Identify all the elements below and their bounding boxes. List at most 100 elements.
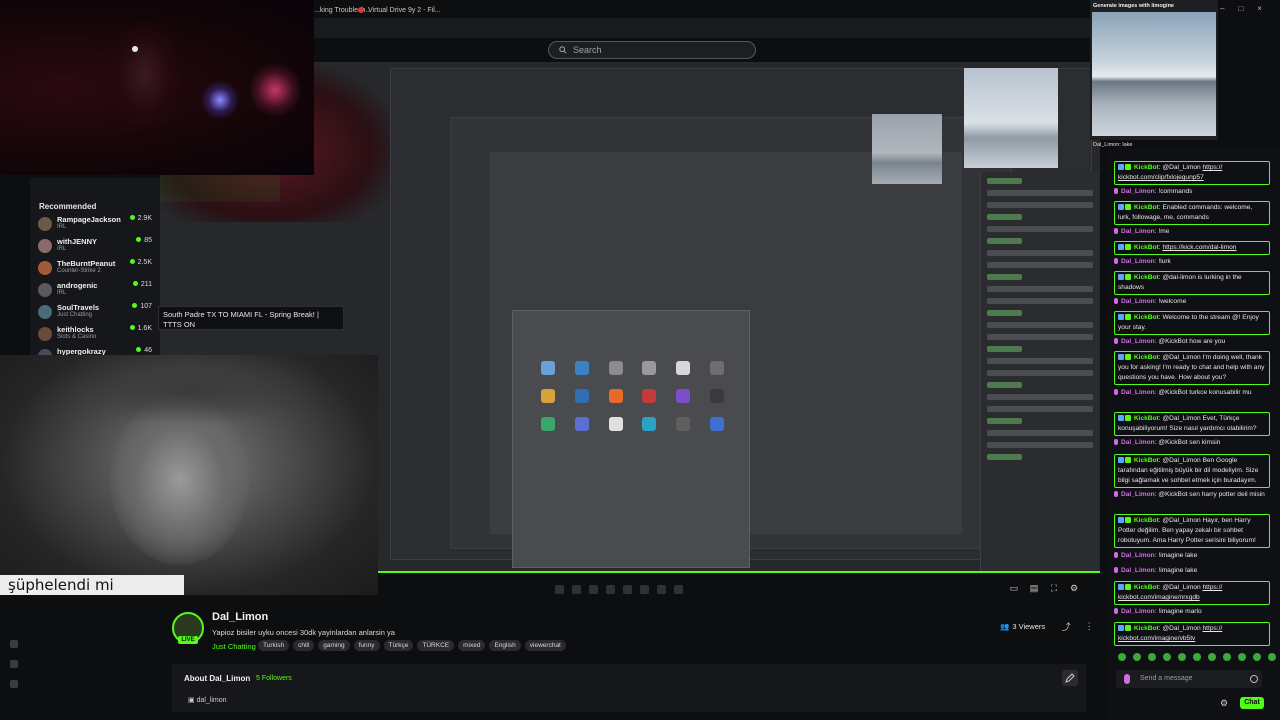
taskbar-capture — [555, 585, 715, 595]
channel-name: RampageJackson — [57, 215, 121, 224]
tag-turkce-caps[interactable]: TÜRKCE — [417, 640, 455, 651]
channel-category: Slots & Casino — [57, 334, 97, 340]
sidebar-item-soultravels[interactable]: SoulTravels Just Chatting 107 — [38, 302, 156, 322]
chat-message: KickBot: @Dal_Limon Evet, Türkçe konuşab… — [1114, 412, 1270, 436]
chat-message: KickBot: @Dal_Limon Ben Google tarafında… — [1114, 454, 1270, 488]
channel-name: keithlocks — [57, 325, 94, 334]
tag-mixed[interactable]: mixed — [458, 640, 486, 651]
close-icon[interactable]: × — [1257, 4, 1262, 13]
mic-icon — [1114, 188, 1118, 195]
search-icon — [559, 46, 567, 54]
nav-icon[interactable] — [10, 660, 18, 668]
nav-icon[interactable] — [10, 640, 18, 648]
emote-icon[interactable] — [1193, 653, 1201, 661]
browser-tab[interactable]: Virtual Drive 9y 2 - Fil... — [358, 2, 441, 18]
emote-icon[interactable] — [1148, 653, 1156, 661]
discord-icon: ▣ — [188, 697, 195, 704]
chat-username: KickBot — [1133, 164, 1159, 171]
theater-icon[interactable]: ▤ — [1028, 582, 1040, 594]
minimize-icon[interactable]: – — [1220, 4, 1224, 13]
viewer-count: 👥 3 Viewers ⤴ ⋮ — [1000, 620, 1095, 632]
more-icon[interactable]: ⋮ — [1083, 620, 1095, 632]
chat-message: Dal_Limon: @KickBot sen kimsin — [1114, 438, 1270, 448]
about-title: About Dal_Limon — [184, 674, 251, 683]
social-link[interactable]: ▣ dal_limon — [188, 696, 227, 704]
channel-name: TheBurntPeanut — [57, 259, 116, 268]
generated-image — [1092, 12, 1216, 136]
emote-icon[interactable] — [1238, 653, 1246, 661]
emote-icon[interactable] — [1208, 653, 1216, 661]
emote-icon[interactable] — [1223, 653, 1231, 661]
channel-name: androgenic — [57, 281, 98, 290]
avatar — [38, 217, 52, 231]
emote-icon[interactable] — [1178, 653, 1186, 661]
emote-icon[interactable] — [1133, 653, 1141, 661]
tag-funny[interactable]: funny — [353, 640, 380, 651]
maximize-icon[interactable]: □ — [1238, 4, 1243, 13]
avatar — [38, 283, 52, 297]
player-controls: ▭ ▤ ⛶ ⚙ — [1008, 582, 1080, 594]
chat-message: KickBot: @Dal_Limon https:// kickbot.com… — [1114, 622, 1270, 646]
emote-icon[interactable] — [1268, 653, 1276, 661]
tag-english[interactable]: English — [489, 640, 521, 651]
chat-message: Dal_Limon: !imagine marlo — [1114, 607, 1270, 617]
channel-category: IRL — [57, 246, 67, 252]
edit-icon[interactable] — [1062, 670, 1078, 686]
chat-message: Dal_Limon: !imagine lake — [1114, 551, 1270, 561]
tag-viewerchat[interactable]: viewerchat — [524, 640, 566, 651]
clip-icon[interactable]: ▭ — [1008, 582, 1020, 594]
chat-message: KickBot: @Dal_Limon Hayır, ben Harry Pot… — [1114, 514, 1270, 548]
fullscreen-icon[interactable]: ⛶ — [1048, 582, 1060, 594]
channel-name[interactable]: Dal_Limon — [212, 611, 268, 623]
chat-username: Dal_Limon — [1121, 188, 1155, 195]
emote-icon[interactable] — [1118, 653, 1126, 661]
window-controls: – □ × — [1220, 4, 1262, 13]
emote-icon[interactable] — [1253, 653, 1261, 661]
avatar — [38, 327, 52, 341]
sidebar-item-rampagejackson[interactable]: RampageJackson IRL 2.9K — [38, 214, 156, 234]
chat-send-button[interactable]: Chat — [1240, 697, 1264, 709]
tag-turkce[interactable]: Türkçe — [383, 640, 414, 651]
sidebar-item-withjenny[interactable]: withJENNY IRL 85 — [38, 236, 156, 256]
chat-message: Dal_Limon: !lurk — [1114, 257, 1270, 267]
sidebar-item-theburntpeanut[interactable]: TheBurntPeanut Counter-Strike 2 2.5K — [38, 258, 156, 278]
chat-message: KickBot: @dal-limon is lurking in the sh… — [1114, 271, 1270, 295]
chat-message: Dal_Limon: !imagine lake — [1114, 566, 1270, 576]
chat-input[interactable]: Send a message — [1116, 670, 1262, 688]
viewers-icon: 👥 — [1000, 621, 1010, 631]
settings-icon[interactable]: ⚙ — [1068, 582, 1080, 594]
sidebar-item-keithlocks[interactable]: keithlocks Slots & Casino 1.6K — [38, 324, 156, 344]
viewer-count: 211 — [133, 281, 152, 288]
chat-settings-icon[interactable]: ⚙ — [1220, 698, 1228, 709]
chat-message: KickBot: @Dal_Limon https:// kickbot.com… — [1114, 581, 1270, 605]
channel-category: Counter-Strike 2 — [57, 268, 101, 274]
avatar — [38, 305, 52, 319]
tag-gaming[interactable]: gaming — [318, 640, 350, 651]
search-placeholder: Search — [573, 45, 602, 55]
tag-turkish[interactable]: Turkish — [258, 640, 290, 651]
avatar — [38, 239, 52, 253]
tag-chill[interactable]: chill — [293, 640, 315, 651]
badge-icon — [1125, 164, 1131, 171]
chat-username: KickBot — [1133, 204, 1159, 211]
chat-message: Dal_Limon: !welcome — [1114, 297, 1270, 307]
channel-name: withJENNY — [57, 237, 98, 246]
search-input[interactable]: Search — [548, 41, 756, 59]
nav-icon[interactable] — [10, 680, 18, 688]
sidebar-item-androgenic[interactable]: androgenic IRL 211 — [38, 280, 156, 300]
emote-bar — [1118, 653, 1276, 661]
chat-message: Dal_Limon: !me — [1114, 227, 1270, 237]
viewer-count-label: 3 Viewers — [1012, 621, 1046, 631]
browser-tab-strip — [314, 18, 1090, 38]
avatar — [38, 261, 52, 275]
share-icon[interactable]: ⤴ — [1060, 620, 1072, 632]
follower-count: 5 Followers — [256, 675, 292, 682]
chat-message: KickBot: Welcome to the stream @! Enjoy … — [1114, 311, 1270, 335]
chat-message: KickBot: Enabled commands: welcome, lurk… — [1114, 201, 1270, 225]
mirror-chat — [980, 172, 1099, 572]
stream-category[interactable]: Just Chatting — [212, 642, 256, 651]
channel-category: IRL — [57, 224, 67, 230]
emote-icon[interactable] — [1163, 653, 1171, 661]
viewer-count: 46 — [136, 347, 152, 354]
emoji-icon[interactable] — [1250, 675, 1258, 683]
